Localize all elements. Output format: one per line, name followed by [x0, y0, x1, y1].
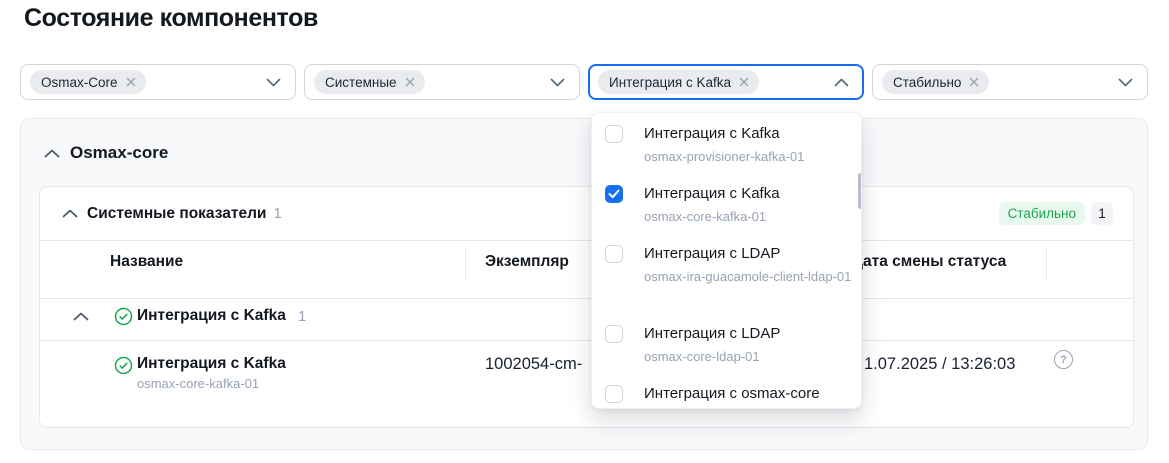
filter-chip-label: Стабильно	[893, 75, 961, 90]
row-collapse-chevron-icon[interactable]	[73, 312, 89, 321]
group-row-count: 1	[298, 308, 306, 325]
collapse-chevron-icon[interactable]	[62, 209, 78, 218]
component-panel: Osmax-core Системные показатели 1 Стабил…	[20, 118, 1148, 450]
chip-remove-icon[interactable]	[968, 76, 980, 88]
divider	[40, 298, 1133, 299]
filter-chip-label: Интеграция с Kafka	[609, 75, 731, 90]
group-row-label: Интеграция с Kafka	[137, 307, 286, 325]
cell-instance: 1002054-cm-	[485, 355, 582, 374]
dropdown-option[interactable]: Интеграция с LDAP osmax-core-ldap-01	[605, 324, 859, 367]
option-label: Интеграция с LDAP	[644, 244, 859, 264]
filter-chip-status: Стабильно	[882, 70, 989, 94]
card-count: 1	[273, 205, 281, 222]
status-ok-icon	[114, 307, 133, 326]
column-divider	[465, 248, 466, 280]
chip-remove-icon[interactable]	[125, 76, 137, 88]
row-sublabel: osmax-core-kafka-01	[137, 376, 259, 391]
status-ok-icon	[114, 356, 133, 375]
filter-chip-label: Системные	[325, 75, 397, 90]
filter-select-indicator[interactable]: Интеграция с Kafka	[588, 64, 864, 100]
panel-header[interactable]: Osmax-core	[44, 143, 168, 163]
collapse-chevron-icon[interactable]	[44, 149, 60, 158]
dropdown-option[interactable]: Интеграция с osmax-core	[605, 384, 859, 404]
card-title: Системные показатели	[87, 205, 266, 223]
option-label: Интеграция с Kafka	[644, 124, 859, 144]
option-label: Интеграция с osmax-core	[644, 384, 859, 404]
option-sublabel: osmax-ira-guacamole-client-ldap-01	[644, 267, 859, 287]
panel-title: Osmax-core	[70, 143, 168, 163]
checkbox-unchecked[interactable]	[605, 325, 623, 343]
column-header-status-date: Дата смены статуса	[852, 253, 1006, 271]
dropdown-option[interactable]: Интеграция с Kafka osmax-provisioner-kaf…	[605, 124, 859, 167]
component-status-screen: Состояние компонентов Osmax-Core Системн…	[0, 0, 1169, 463]
indicator-dropdown-list: Интеграция с Kafka osmax-provisioner-kaf…	[591, 112, 862, 409]
checkbox-unchecked[interactable]	[605, 385, 623, 403]
row-label: Интеграция с Kafka	[137, 355, 286, 373]
divider	[40, 240, 1133, 241]
option-label: Интеграция с Kafka	[644, 184, 859, 204]
dropdown-scrollbar[interactable]	[858, 173, 862, 209]
dropdown-option[interactable]: Интеграция с Kafka osmax-core-kafka-01	[605, 184, 859, 227]
page-title: Состояние компонентов	[24, 4, 318, 33]
filter-chip-group: Системные	[314, 70, 425, 94]
column-header-instance: Экземпляр	[485, 253, 569, 271]
divider	[40, 340, 1133, 341]
option-sublabel: osmax-core-ldap-01	[644, 347, 859, 367]
status-badge: Стабильно	[999, 202, 1085, 225]
indicators-card: Системные показатели 1 Стабильно 1 Назва…	[39, 186, 1134, 428]
checkbox-unchecked[interactable]	[605, 245, 623, 263]
checkbox-unchecked[interactable]	[605, 125, 623, 143]
checkbox-checked[interactable]	[605, 185, 623, 203]
chip-remove-icon[interactable]	[738, 76, 750, 88]
chevron-up-icon[interactable]	[834, 78, 849, 87]
column-divider	[1046, 248, 1047, 280]
filter-chip-label: Osmax-Core	[41, 75, 118, 90]
filter-select-component[interactable]: Osmax-Core	[20, 64, 296, 100]
dropdown-option[interactable]: Интеграция с LDAP osmax-ira-guacamole-cl…	[605, 244, 859, 287]
filter-select-status[interactable]: Стабильно	[872, 64, 1148, 100]
cell-status-date: 1.07.2025 / 13:26:03	[864, 355, 1015, 374]
filter-chip-indicator: Интеграция с Kafka	[598, 70, 759, 94]
option-sublabel: osmax-provisioner-kafka-01	[644, 147, 859, 167]
chevron-down-icon[interactable]	[266, 78, 281, 87]
chip-remove-icon[interactable]	[404, 76, 416, 88]
card-header[interactable]: Системные показатели 1 Стабильно 1	[40, 187, 1133, 240]
chevron-down-icon[interactable]	[550, 78, 565, 87]
filter-select-group[interactable]: Системные	[304, 64, 580, 100]
column-header-name: Название	[110, 253, 183, 271]
status-count-badge: 1	[1091, 202, 1113, 225]
option-label: Интеграция с LDAP	[644, 324, 859, 344]
option-sublabel: osmax-core-kafka-01	[644, 207, 859, 227]
filter-chip-component: Osmax-Core	[30, 70, 146, 94]
chevron-down-icon[interactable]	[1118, 78, 1133, 87]
help-icon[interactable]: ?	[1054, 350, 1073, 369]
